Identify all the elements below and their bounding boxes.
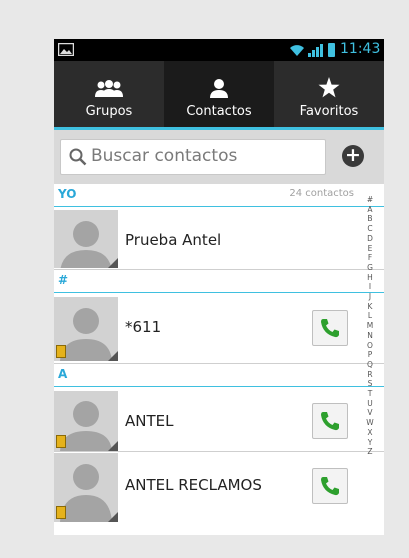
search-input[interactable]: Buscar contactos [60,139,326,175]
alphabet-index-bar[interactable]: # A B C D E F G H I J K L M N O P Q R S T U V W X Y Z [360,195,380,535]
index-letter[interactable]: R [360,370,380,380]
contact-row[interactable]: ANTEL RECLAMOS [54,452,384,522]
section-header-hash: # [54,270,384,293]
contact-row[interactable]: Prueba Antel [54,207,384,270]
call-button[interactable] [312,403,348,439]
index-letter[interactable]: K [360,302,380,312]
phone-screen: 11:43 Grupos Contactos Favoritos Buscar … [54,39,384,535]
tab-favorites[interactable]: Favoritos [274,61,384,127]
status-time: 11:43 [340,41,381,57]
call-button[interactable] [312,468,348,504]
section-title: # [58,273,69,287]
contact-row[interactable]: ANTEL [54,387,384,452]
index-letter[interactable]: Q [360,360,380,370]
phone-icon [321,319,339,338]
tab-groups-label: Grupos [85,104,133,119]
index-letter[interactable]: E [360,244,380,254]
contact-name: *611 [125,318,162,336]
search-placeholder: Buscar contactos [91,146,238,166]
avatar [54,453,118,522]
status-bar: 11:43 [54,39,384,61]
index-letter[interactable]: B [360,214,380,224]
section-title: A [58,367,68,381]
search-bar: Buscar contactos + [54,130,384,184]
index-letter[interactable]: J [360,292,380,302]
signal-icon [308,44,323,57]
avatar [54,297,118,361]
index-letter[interactable]: D [360,234,380,244]
index-letter[interactable]: H [360,273,380,283]
index-letter[interactable]: P [360,350,380,360]
contact-name: ANTEL [125,412,174,430]
tab-bar: Grupos Contactos Favoritos [54,61,384,130]
phone-icon [321,412,339,431]
index-letter[interactable]: Y [360,438,380,448]
index-letter[interactable]: # [360,195,380,205]
tab-favorites-label: Favoritos [299,104,359,119]
contact-count: 24 contactos [289,188,354,199]
phone-icon [321,477,339,496]
index-letter[interactable]: X [360,428,380,438]
contact-name: Prueba Antel [125,231,222,249]
index-letter[interactable]: F [360,253,380,263]
index-letter[interactable]: Z [360,447,380,457]
person-icon [209,76,229,98]
add-contact-button[interactable]: + [342,145,364,167]
wifi-icon [290,45,304,56]
section-header-me: YO 24 contactos [54,184,384,207]
call-button[interactable] [312,310,348,346]
index-letter[interactable]: S [360,379,380,389]
sim-card-icon [56,345,66,358]
tab-contacts-label: Contactos [186,104,252,119]
index-letter[interactable]: U [360,399,380,409]
section-title: YO [58,187,77,201]
tab-groups[interactable]: Grupos [54,61,164,127]
index-letter[interactable]: A [360,205,380,215]
groups-icon [95,76,123,98]
sim-card-icon [56,435,66,448]
index-letter[interactable]: L [360,311,380,321]
star-icon [318,76,340,98]
index-letter[interactable]: T [360,389,380,399]
index-letter[interactable]: C [360,224,380,234]
index-letter[interactable]: I [360,282,380,292]
index-letter[interactable]: W [360,418,380,428]
avatar [54,210,118,268]
avatar [54,391,118,451]
tab-contacts[interactable]: Contactos [164,61,274,127]
index-letter[interactable]: O [360,341,380,351]
section-header-a: A [54,364,384,387]
index-letter[interactable]: G [360,263,380,273]
contact-row[interactable]: *611 [54,293,384,364]
sim-card-icon [56,506,66,519]
image-notification-icon [58,43,74,56]
contact-list[interactable]: YO 24 contactos Prueba Antel # *611 A AN… [54,184,384,535]
battery-icon [328,43,335,57]
contact-name: ANTEL RECLAMOS [125,476,262,494]
index-letter[interactable]: V [360,408,380,418]
index-letter[interactable]: M [360,321,380,331]
index-letter[interactable]: N [360,331,380,341]
search-icon [69,148,87,166]
